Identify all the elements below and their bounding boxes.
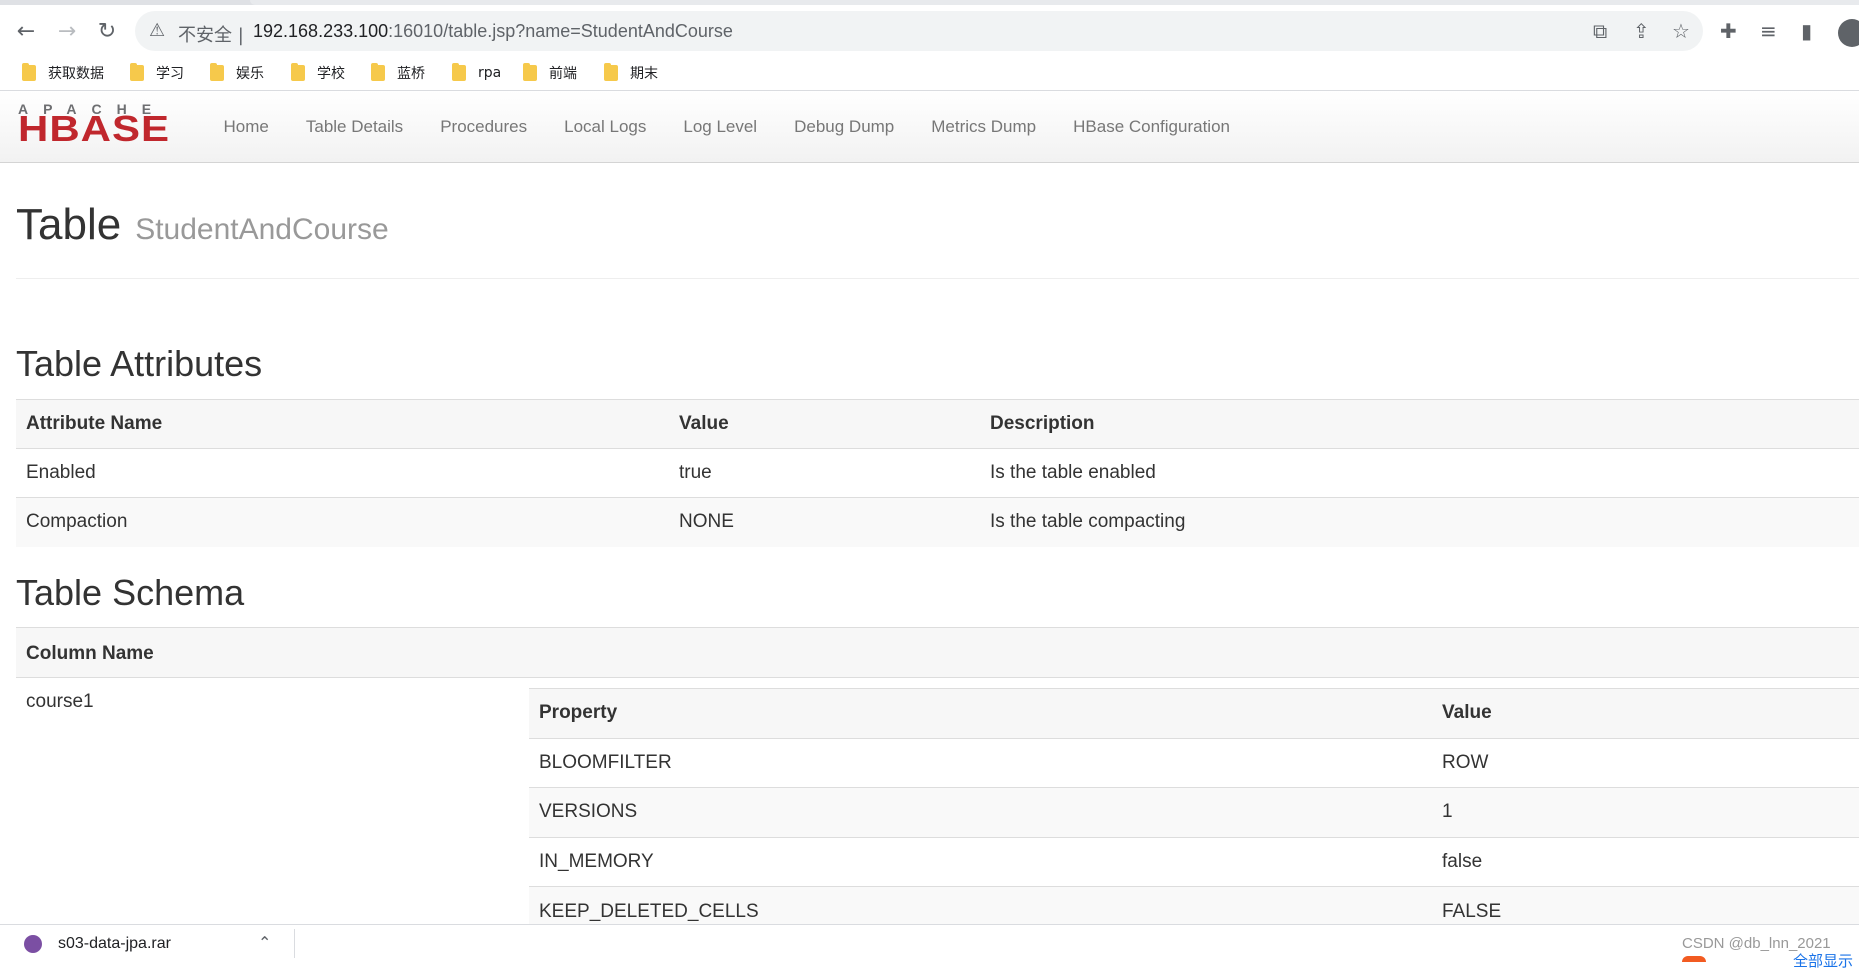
bookmark-folder[interactable]: 蓝桥 <box>371 61 425 85</box>
bookmark-folder[interactable]: 期末 <box>604 61 658 85</box>
reload-icon[interactable]: ↻ <box>91 15 123 47</box>
divider <box>294 929 295 958</box>
flame-icon <box>1682 956 1706 962</box>
browser-toolbar: ← → ↻ ⚠ 不安全 | 192.168.233.100:16010/tabl… <box>0 5 1859 55</box>
folder-icon <box>523 63 537 81</box>
hbase-navbar: APACHE HBASE Home Table Details Procedur… <box>0 91 1859 163</box>
bookmark-folder[interactable]: 学习 <box>130 61 184 85</box>
bookmark-folder[interactable]: 获取数据 <box>22 61 104 85</box>
schema-header-row: Column Name <box>16 627 1859 678</box>
table-row: Compaction NONE Is the table compacting <box>16 497 1859 547</box>
property-value: ROW <box>1432 737 1859 788</box>
table-header-row: Property Value <box>529 688 1859 739</box>
logo-hbase-text: HBASE <box>18 108 171 149</box>
folder-icon <box>291 63 305 81</box>
column-header: Value <box>1432 688 1859 739</box>
divider <box>16 278 1859 279</box>
insecure-label: 不安全 | <box>178 25 244 46</box>
column-properties-table: Property Value BLOOMFILTER ROW VERSIONS … <box>529 688 1859 937</box>
folder-icon <box>130 63 144 81</box>
attribute-description: Is the table enabled <box>980 448 1859 498</box>
folder-icon <box>210 63 224 81</box>
attribute-description: Is the table compacting <box>980 497 1859 547</box>
page-title: Table StudentAndCourse <box>16 200 389 249</box>
url-text[interactable]: 192.168.233.100:16010/table.jsp?name=Stu… <box>253 21 733 42</box>
bookmark-star-icon[interactable]: ☆ <box>1672 19 1690 43</box>
back-icon[interactable]: ← <box>10 15 42 47</box>
nav-procedures[interactable]: Procedures <box>422 117 546 137</box>
attribute-value: NONE <box>669 497 980 547</box>
nav-local-logs[interactable]: Local Logs <box>546 117 665 137</box>
table-row: VERSIONS 1 <box>529 787 1859 838</box>
nav-debug-dump[interactable]: Debug Dump <box>776 117 913 137</box>
table-row: IN_MEMORY false <box>529 836 1859 887</box>
folder-icon <box>604 63 618 81</box>
column-header: Description <box>980 399 1859 449</box>
download-filename: s03-data-jpa.rar <box>58 935 171 952</box>
nav-metrics-dump[interactable]: Metrics Dump <box>913 117 1055 137</box>
property-value: false <box>1432 836 1859 887</box>
attributes-heading: Table Attributes <box>16 343 263 384</box>
column-header: Value <box>669 399 980 449</box>
column-header: Property <box>529 688 1432 739</box>
column-header: Column Name <box>26 643 154 664</box>
attributes-table: Attribute Name Value Description Enabled… <box>16 399 1859 547</box>
table-row: Enabled true Is the table enabled <box>16 448 1859 498</box>
side-panel-icon[interactable]: ▮ <box>1801 19 1812 43</box>
archive-file-icon <box>24 935 42 953</box>
warning-icon[interactable]: ⚠ <box>149 20 165 41</box>
attribute-name: Compaction <box>16 497 669 547</box>
schema-heading: Table Schema <box>16 572 245 613</box>
media-control-icon[interactable]: ≡ <box>1760 19 1777 43</box>
translate-icon[interactable]: ⧉ <box>1593 19 1607 43</box>
attribute-value: true <box>669 448 980 498</box>
folder-icon <box>22 63 36 81</box>
hbase-logo[interactable]: APACHE HBASE <box>18 101 186 147</box>
chevron-up-icon[interactable]: ⌃ <box>258 933 271 952</box>
table-header-row: Attribute Name Value Description <box>16 399 1859 449</box>
nav-log-level[interactable]: Log Level <box>665 117 776 137</box>
nav-hbase-configuration[interactable]: HBase Configuration <box>1055 117 1249 137</box>
attribute-name: Enabled <box>16 448 669 498</box>
bookmarks-bar: 获取数据 学习 娱乐 学校 蓝桥 rpa 前端 期末 <box>0 55 1859 91</box>
download-shelf: s03-data-jpa.rar ⌃ <box>0 924 1859 961</box>
profile-avatar[interactable] <box>1838 19 1859 47</box>
property-value: 1 <box>1432 787 1859 838</box>
property-name: VERSIONS <box>529 787 1432 838</box>
property-name: IN_MEMORY <box>529 836 1432 887</box>
address-bar[interactable]: ⚠ 不安全 | 192.168.233.100:16010/table.jsp?… <box>135 11 1703 51</box>
table-name: StudentAndCourse <box>135 213 389 246</box>
share-icon[interactable]: ⇪ <box>1633 19 1650 43</box>
extensions-icon[interactable]: ✚ <box>1720 19 1737 43</box>
bookmark-folder[interactable]: 娱乐 <box>210 61 264 85</box>
nav-table-details[interactable]: Table Details <box>287 117 421 137</box>
column-header: Attribute Name <box>16 399 669 449</box>
download-item[interactable]: s03-data-jpa.rar <box>24 935 171 953</box>
folder-icon <box>371 63 385 81</box>
nav-home[interactable]: Home <box>205 117 287 137</box>
bookmark-folder[interactable]: 学校 <box>291 61 345 85</box>
property-name: BLOOMFILTER <box>529 737 1432 788</box>
column-family-name: course1 <box>26 691 94 712</box>
bookmark-folder[interactable]: 前端 <box>523 61 577 85</box>
folder-icon <box>452 63 466 81</box>
table-row: BLOOMFILTER ROW <box>529 737 1859 788</box>
forward-icon[interactable]: → <box>51 15 83 47</box>
bookmark-folder[interactable]: rpa <box>452 61 501 85</box>
